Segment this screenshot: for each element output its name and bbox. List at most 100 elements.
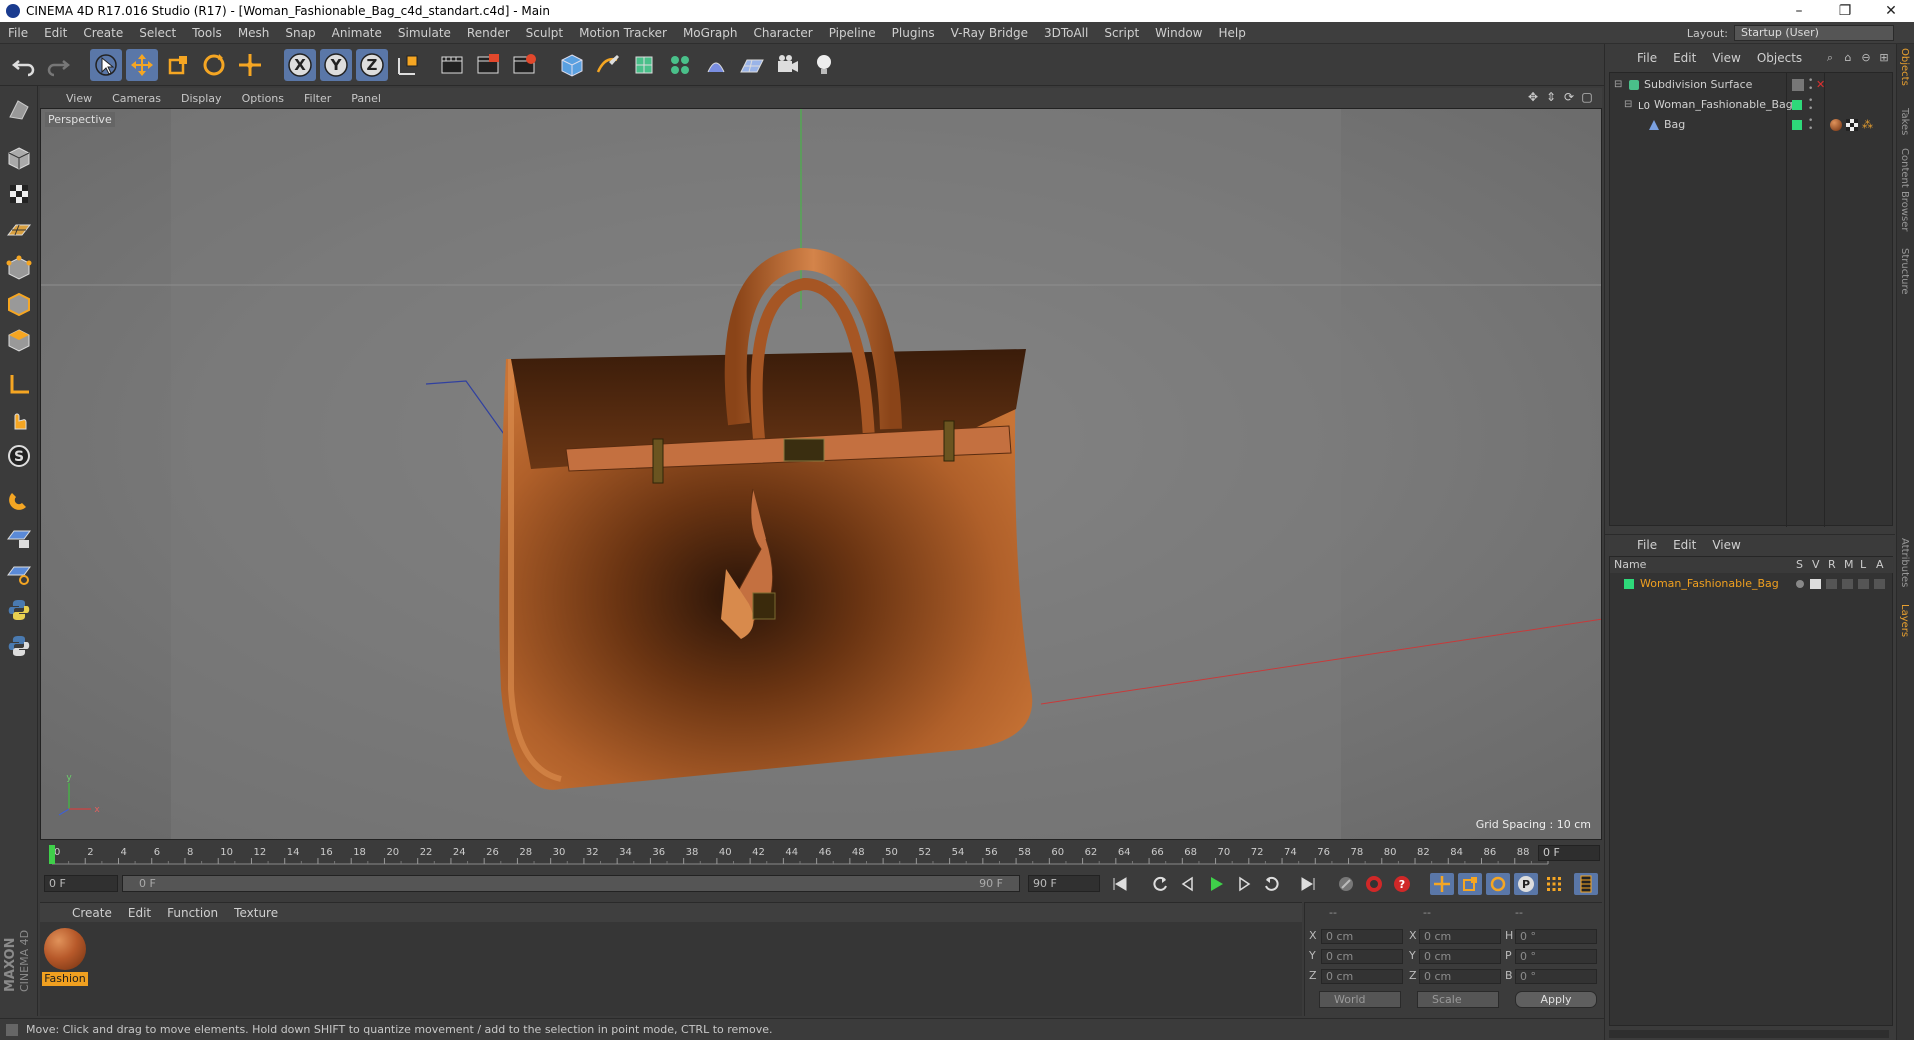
go-to-end-icon[interactable]: [1296, 873, 1320, 895]
record-rotation-icon[interactable]: [1486, 873, 1510, 895]
python-script-icon[interactable]: [3, 594, 35, 626]
cube-primitive-icon[interactable]: [556, 49, 588, 81]
viewport-menu-cameras[interactable]: Cameras: [102, 92, 171, 105]
record-position-icon[interactable]: [1430, 873, 1454, 895]
live-selection-icon[interactable]: [90, 49, 122, 81]
rot-h-field[interactable]: 0 °: [1515, 929, 1597, 944]
texture-mode-icon[interactable]: [3, 178, 35, 210]
layer-lock-toggle-icon[interactable]: [1858, 579, 1869, 589]
side-tab-layers[interactable]: Layers: [1899, 604, 1910, 637]
render-to-picture-viewer-icon[interactable]: [472, 49, 504, 81]
go-to-start-icon[interactable]: [1108, 873, 1132, 895]
render-settings-icon[interactable]: [508, 49, 540, 81]
viewport-menu-display[interactable]: Display: [171, 92, 232, 105]
keyframe-selection-icon[interactable]: ?: [1390, 873, 1414, 895]
menu-sculpt[interactable]: Sculpt: [518, 22, 571, 44]
undo-icon[interactable]: [8, 49, 40, 81]
apply-button[interactable]: Apply: [1515, 991, 1597, 1008]
material-tag-icon[interactable]: [1830, 119, 1842, 131]
expand-toggle-icon[interactable]: ⊟: [1624, 95, 1632, 115]
axis-mode-icon[interactable]: [3, 368, 35, 400]
play-forward-icon[interactable]: [1204, 873, 1228, 895]
material-swatch-fashion[interactable]: Fashion: [42, 926, 88, 986]
menu-render[interactable]: Render: [459, 22, 518, 44]
python-console-icon[interactable]: [3, 630, 35, 662]
layer-visible-toggle-icon[interactable]: [1810, 579, 1821, 589]
menu-select[interactable]: Select: [131, 22, 184, 44]
perspective-viewport[interactable]: Perspective Grid Spacing : 10 cm y x: [40, 108, 1602, 840]
layer-color-swatch[interactable]: [1624, 579, 1634, 589]
transform-tool-icon[interactable]: [234, 49, 266, 81]
previous-key-icon[interactable]: [1148, 873, 1172, 895]
menu-animate[interactable]: Animate: [324, 22, 390, 44]
menu-simulate[interactable]: Simulate: [390, 22, 459, 44]
timeline-ruler[interactable]: 0 2 4 6 8 10 12 14 16 18 20 22 24 26 28 30 32 34 36 38 40 42 4…: [40, 842, 1602, 866]
viewport-menu-view[interactable]: View: [56, 92, 102, 105]
texture-tag-icon[interactable]: [1846, 119, 1858, 131]
column-render[interactable]: R: [1828, 557, 1836, 573]
material-menu-create[interactable]: Create: [64, 906, 120, 920]
minimize-button[interactable]: –: [1776, 0, 1822, 22]
home-icon[interactable]: ⌂: [1841, 51, 1855, 65]
side-tab-content-browser[interactable]: Content Browser: [1899, 148, 1910, 231]
move-tool-icon[interactable]: [126, 49, 158, 81]
orbit-icon[interactable]: ⟳: [1562, 90, 1576, 104]
layer-animation-toggle-icon[interactable]: [1874, 579, 1885, 589]
rot-b-field[interactable]: 0 °: [1515, 969, 1597, 984]
current-frame-field[interactable]: 0 F: [1538, 845, 1600, 861]
locked-workplane-icon[interactable]: [3, 522, 35, 554]
y-axis-lock-button[interactable]: Y: [320, 49, 352, 81]
menu-vray-bridge[interactable]: V-Ray Bridge: [943, 22, 1036, 44]
new-window-icon[interactable]: ⊞: [1877, 51, 1891, 65]
material-menu-texture[interactable]: Texture: [226, 906, 286, 920]
model-mode-icon[interactable]: [3, 142, 35, 174]
column-locked[interactable]: L: [1860, 557, 1866, 573]
edges-mode-icon[interactable]: [3, 288, 35, 320]
viewport-menu-options[interactable]: Options: [232, 92, 294, 105]
record-scale-icon[interactable]: [1458, 873, 1482, 895]
solo-mode-icon[interactable]: S: [3, 440, 35, 472]
z-axis-lock-button[interactable]: Z: [356, 49, 388, 81]
visibility-dots-icon[interactable]: • •: [1808, 77, 1813, 94]
size-y-field[interactable]: 0 cm: [1419, 949, 1501, 964]
menu-window[interactable]: Window: [1147, 22, 1210, 44]
scale-tool-icon[interactable]: [162, 49, 194, 81]
previous-frame-icon[interactable]: [1176, 873, 1200, 895]
search-icon[interactable]: ⌕: [1823, 51, 1837, 65]
layer-color-icon[interactable]: [1792, 120, 1802, 130]
record-pla-icon[interactable]: [1542, 873, 1566, 895]
playhead-marker[interactable]: [49, 845, 55, 864]
phong-tag-icon[interactable]: ⁂: [1862, 115, 1873, 135]
redo-icon[interactable]: [42, 49, 74, 81]
layer-menu-file[interactable]: File: [1629, 538, 1665, 552]
side-tab-takes[interactable]: Takes: [1899, 108, 1910, 135]
menu-mesh[interactable]: Mesh: [230, 22, 278, 44]
maximize-button[interactable]: ❐: [1822, 0, 1868, 22]
close-button[interactable]: ✕: [1868, 0, 1914, 22]
column-animation[interactable]: A: [1876, 557, 1884, 573]
pos-z-field[interactable]: 0 cm: [1321, 969, 1403, 984]
layer-solo-toggle-icon[interactable]: [1796, 580, 1804, 588]
viewport-menu-panel[interactable]: Panel: [341, 92, 391, 105]
next-key-icon[interactable]: [1260, 873, 1284, 895]
timeline-layout-icon[interactable]: [1574, 873, 1598, 895]
toggle-view-icon[interactable]: ▢: [1580, 90, 1594, 104]
points-mode-icon[interactable]: [3, 252, 35, 284]
coordinate-mode-dropdown[interactable]: World: [1319, 991, 1401, 1008]
make-editable-icon[interactable]: [3, 94, 35, 126]
size-mode-dropdown[interactable]: Scale: [1417, 991, 1499, 1008]
menu-file[interactable]: File: [0, 22, 36, 44]
menu-mograph[interactable]: MoGraph: [675, 22, 746, 44]
record-keys-icon[interactable]: [1334, 873, 1358, 895]
horizontal-scrollbar[interactable]: [1609, 1030, 1889, 1038]
cloner-icon[interactable]: [664, 49, 696, 81]
disabled-check-icon[interactable]: ✕: [1816, 75, 1825, 95]
menu-snap[interactable]: Snap: [277, 22, 323, 44]
layer-manager-toggle-icon[interactable]: [1842, 579, 1853, 589]
menu-script[interactable]: Script: [1096, 22, 1147, 44]
camera-icon[interactable]: [772, 49, 804, 81]
menu-edit[interactable]: Edit: [36, 22, 75, 44]
menu-plugins[interactable]: Plugins: [884, 22, 943, 44]
menu-tools[interactable]: Tools: [184, 22, 230, 44]
menu-help[interactable]: Help: [1210, 22, 1253, 44]
